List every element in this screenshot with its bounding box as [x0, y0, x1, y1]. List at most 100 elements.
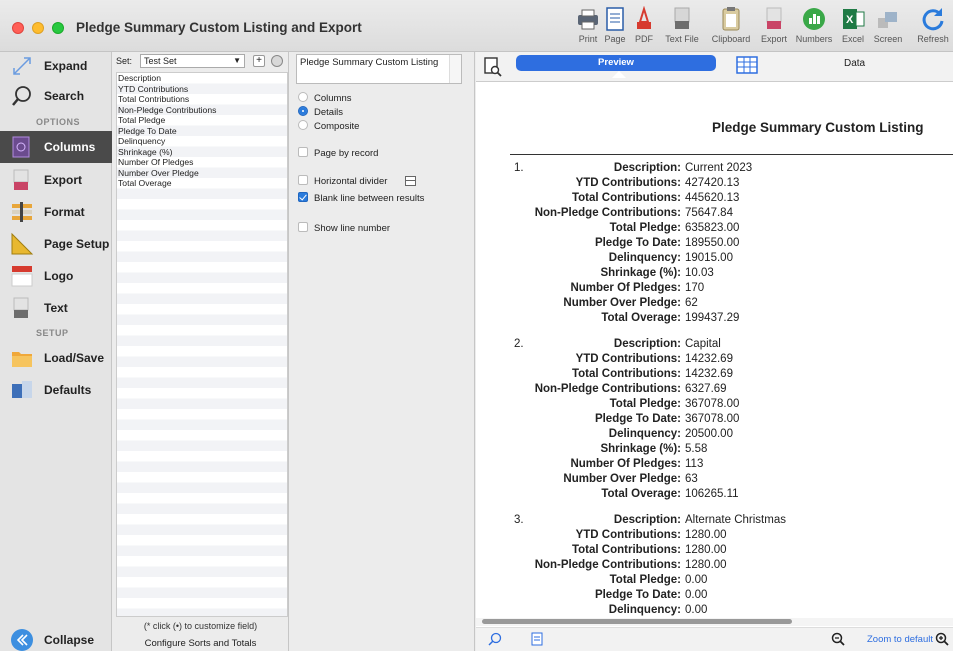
- record-row: Total Overage: 199437.29: [601, 312, 740, 324]
- record-row: YTD Contributions: 14232.69: [575, 353, 733, 365]
- customize-field-icon[interactable]: [271, 55, 283, 67]
- record-row: Delinquency: 20500.00: [608, 428, 733, 440]
- zoom-out-icon[interactable]: [831, 632, 845, 649]
- columns-radio[interactable]: Columns: [298, 92, 352, 104]
- magnifier-icon: [10, 84, 34, 108]
- svg-text:X: X: [846, 14, 854, 26]
- record-row: YTD Contributions: 1280.00: [575, 529, 727, 541]
- show-line-number-checkbox[interactable]: Show line number: [298, 222, 390, 234]
- record-row: Total Pledge: 367078.00: [609, 398, 740, 410]
- sidebar-item-format[interactable]: Format: [0, 198, 112, 226]
- csv-icon: [10, 168, 34, 192]
- zoom-to-default-link[interactable]: Zoom to default: [867, 634, 933, 645]
- sidebar-item-export[interactable]: Export: [0, 166, 112, 194]
- record-row: Non-Pledge Contributions: 75647.84: [534, 207, 733, 219]
- record-row: YTD Contributions: 427420.13: [575, 177, 740, 189]
- record-row: Pledge To Date: 189550.00: [594, 237, 740, 249]
- screen-button[interactable]: Screen: [868, 6, 908, 50]
- clipboard-button[interactable]: Clipboard: [711, 6, 751, 50]
- page-by-record-checkbox[interactable]: Page by record: [298, 147, 378, 159]
- tab-data[interactable]: Data: [844, 58, 865, 69]
- close-window-button[interactable]: [12, 22, 24, 34]
- sidebar-item-expand[interactable]: Expand: [0, 52, 112, 80]
- report-title-field[interactable]: Pledge Summary Custom Listing: [296, 54, 462, 84]
- chevron-down-icon: ▼: [233, 56, 241, 65]
- record-row: Pledge To Date: 0.00: [594, 589, 708, 601]
- record-row: Total Contributions: 445620.13: [571, 192, 740, 204]
- collapse-chevrons-icon: [10, 628, 34, 651]
- add-set-button[interactable]: +: [253, 55, 265, 67]
- sidebar-item-collapse[interactable]: Collapse: [0, 626, 112, 651]
- list-item[interactable]: Total Pledge: [117, 115, 287, 126]
- minimize-window-button[interactable]: [32, 22, 44, 34]
- set-select[interactable]: Test Set ▼: [140, 54, 245, 68]
- data-grid-icon[interactable]: [736, 56, 758, 74]
- list-item[interactable]: Total Overage: [117, 178, 287, 189]
- window-title: Pledge Summary Custom Listing and Export: [76, 20, 362, 35]
- sidebar-item-load-save[interactable]: Load/Save: [0, 344, 112, 372]
- tab-preview[interactable]: Preview: [516, 55, 716, 71]
- pdf-icon: [631, 5, 657, 32]
- csv-export-icon: [761, 6, 787, 32]
- preview-pane: Preview Data Pledge Summary Custom Listi…: [476, 52, 953, 651]
- record-row: Non-Pledge Contributions: 1280.00: [534, 559, 727, 571]
- title-scrollbar[interactable]: [449, 55, 461, 83]
- record-row: Shrinkage (%): 5.58: [600, 443, 708, 455]
- report-title: Pledge Summary Custom Listing: [712, 120, 924, 135]
- list-item[interactable]: Number Over Pledge: [117, 168, 287, 179]
- divider-style-icon[interactable]: [405, 176, 417, 186]
- composite-radio[interactable]: Composite: [298, 120, 359, 132]
- text-file-button[interactable]: Text File: [662, 6, 702, 50]
- excel-icon: X: [840, 6, 866, 32]
- record-row: Delinquency: 0.00: [608, 604, 708, 616]
- horizontal-divider-checkbox[interactable]: Horizontal divider: [298, 175, 417, 187]
- clipboard-icon: [718, 6, 744, 32]
- sidebar-item-page-setup[interactable]: Page Setup: [0, 230, 112, 258]
- defaults-icon: [10, 378, 34, 402]
- refresh-icon: [920, 6, 946, 32]
- format-icon: [10, 200, 34, 224]
- list-item[interactable]: Shrinkage (%): [117, 147, 287, 158]
- details-radio[interactable]: Details: [298, 106, 343, 118]
- numbers-button[interactable]: Numbers: [794, 6, 834, 50]
- options-panel: Pledge Summary Custom Listing Columns De…: [290, 52, 475, 651]
- excel-button[interactable]: X Excel: [833, 6, 873, 50]
- record-row: Total Pledge: 0.00: [609, 574, 708, 586]
- record-row: Delinquency: 19015.00: [608, 252, 733, 264]
- export-button[interactable]: Export: [754, 6, 794, 50]
- list-item[interactable]: Non-Pledge Contributions: [117, 105, 287, 116]
- sidebar-item-defaults[interactable]: Defaults: [0, 376, 112, 404]
- field-panel: Set: Test Set ▼ + Description YTD Contri…: [112, 52, 289, 651]
- list-item[interactable]: Total Contributions: [117, 94, 287, 105]
- document-search-icon[interactable]: [484, 57, 502, 77]
- list-item[interactable]: Pledge To Date: [117, 126, 287, 137]
- horizontal-scrollbar[interactable]: [476, 618, 953, 626]
- configure-sorts-button[interactable]: Configure Sorts and Totals: [112, 637, 289, 651]
- record-row: Description: Capital: [613, 338, 721, 350]
- refresh-button[interactable]: Refresh: [913, 6, 953, 50]
- folder-icon: [10, 346, 34, 370]
- expand-arrows-icon: [10, 54, 34, 78]
- record-row: Number Of Pledges: 170: [570, 282, 705, 294]
- record-row: Description: Current 2023: [613, 162, 753, 174]
- sidebar-item-columns[interactable]: Columns: [0, 131, 112, 163]
- scroll-thumb[interactable]: [482, 619, 792, 624]
- page-icon[interactable]: [531, 632, 543, 649]
- preview-toolbar: Preview Data: [476, 52, 953, 82]
- blank-line-checkbox[interactable]: Blank line between results: [298, 192, 424, 204]
- search-icon[interactable]: [488, 632, 502, 649]
- sidebar-item-text[interactable]: Text: [0, 294, 112, 322]
- sidebar-item-search[interactable]: Search: [0, 82, 112, 110]
- list-item[interactable]: Delinquency: [117, 136, 287, 147]
- record-row: Shrinkage (%): 10.03: [600, 267, 714, 279]
- pdf-button[interactable]: PDF: [624, 5, 664, 50]
- zoom-in-icon[interactable]: [935, 632, 949, 649]
- sidebar-item-logo[interactable]: Logo: [0, 262, 112, 290]
- setup-section-header: SETUP: [36, 328, 69, 338]
- list-item[interactable]: YTD Contributions: [117, 84, 287, 95]
- logo-icon: [10, 264, 34, 288]
- list-item[interactable]: Number Of Pledges: [117, 157, 287, 168]
- list-item[interactable]: Description: [117, 73, 287, 84]
- zoom-window-button[interactable]: [52, 22, 64, 34]
- customize-note: (* click (•) to customize field): [143, 621, 258, 631]
